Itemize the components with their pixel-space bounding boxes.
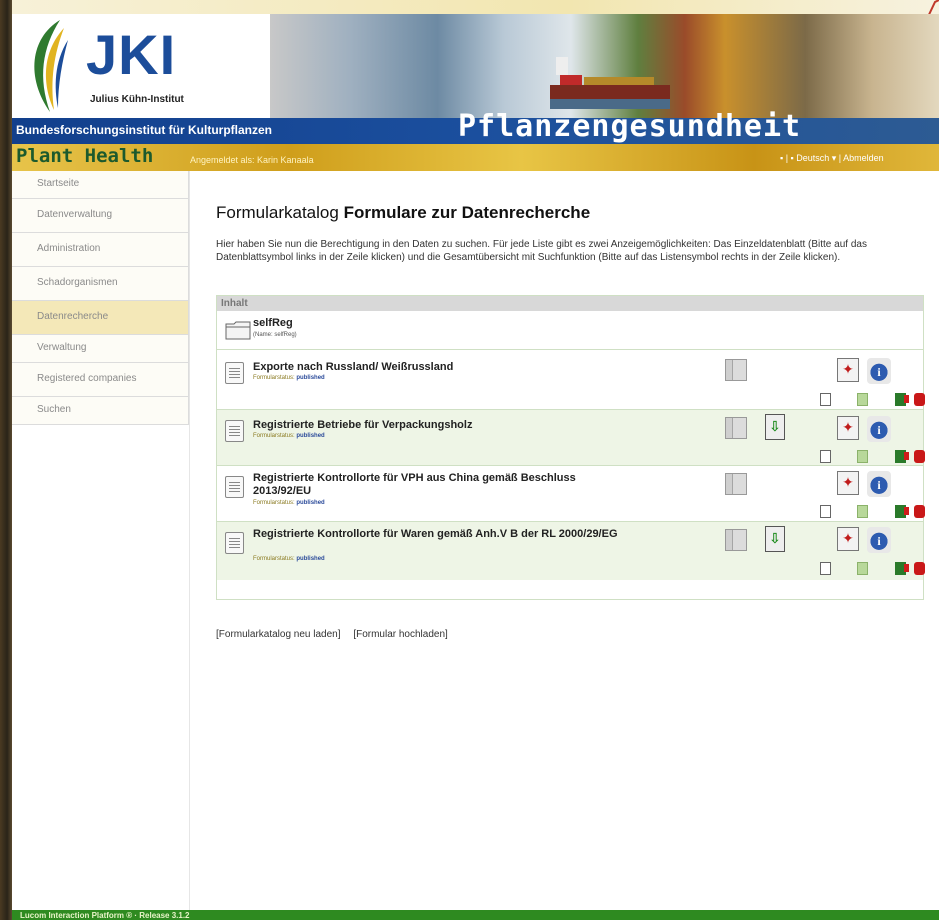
form-status-label: Formularstatus: [253, 375, 295, 381]
pdf-icon[interactable]: ✦ [837, 471, 859, 495]
form-status-label: Formularstatus: [253, 500, 295, 506]
copy-icon[interactable] [857, 505, 868, 518]
pdf-icon[interactable]: ✦ [837, 416, 859, 440]
form-catalog-panel: Inhalt selfReg (Name: selfReg) Exporte n… [216, 295, 925, 600]
page-title-main: Formulare zur Datenrecherche [343, 203, 591, 222]
info-icon[interactable]: i [867, 527, 891, 553]
form-datasheet-icon[interactable] [225, 476, 244, 498]
form-row: Registrierte Kontrollorte für Waren gemä… [217, 522, 925, 580]
ship-image-icon [550, 57, 670, 109]
form-datasheet-icon[interactable] [225, 532, 244, 554]
window-left-edge [0, 0, 12, 920]
form-status-value: published [296, 556, 325, 562]
download-icon[interactable]: ⇩ [765, 526, 785, 552]
form-status: Formularstatus: published [253, 500, 325, 506]
main-content: Formularkatalog Formulare zur Datenreche… [190, 171, 939, 910]
logged-in-user: Angemeldet als: Karin Kanaala [190, 155, 314, 165]
jki-logo-text: JKI [86, 23, 177, 86]
folder-meta: (Name: selfReg) [253, 332, 297, 338]
form-row: Registrierte Betriebe für Verpackungshol… [217, 410, 925, 466]
site-name: Plant Health [16, 145, 154, 167]
sidebar-item-datenrecherche[interactable]: Datenrecherche [12, 301, 189, 335]
page-title: Formularkatalog Formulare zur Datenreche… [216, 203, 590, 223]
form-datasheet-icon[interactable] [225, 420, 244, 442]
list-view-icon[interactable] [725, 529, 747, 551]
section-title: Pflanzengesundheit [458, 109, 802, 144]
institute-name: Bundesforschungsinstitut für Kulturpflan… [16, 123, 272, 137]
catalog-links: [Formularkatalog neu laden] [Formular ho… [216, 629, 458, 640]
form-title[interactable]: Registrierte Kontrollorte für VPH aus Ch… [253, 472, 633, 498]
page-icon[interactable] [820, 505, 831, 518]
form-datasheet-icon[interactable] [225, 362, 244, 384]
form-status-label: Formularstatus: [253, 556, 295, 562]
language-select[interactable]: Deutsch [796, 153, 829, 163]
jki-logo-subtitle: Julius Kühn-Institut [90, 94, 184, 105]
export-icon[interactable] [895, 505, 909, 518]
separator: ▾ | [829, 153, 844, 163]
sidebar-item-startseite[interactable]: Startseite [12, 171, 189, 199]
list-view-icon[interactable] [725, 473, 747, 495]
copy-icon[interactable] [857, 393, 868, 406]
page: JKI Julius Kühn-Institut Bundesforschung… [0, 0, 939, 920]
copy-icon[interactable] [857, 450, 868, 463]
sidebar-item-datenverwaltung[interactable]: Datenverwaltung [12, 199, 189, 233]
pdf-icon[interactable]: ✦ [837, 527, 859, 551]
export-icon[interactable] [895, 393, 909, 406]
logo-area[interactable]: JKI Julius Kühn-Institut [12, 14, 270, 118]
page-icon[interactable] [820, 562, 831, 575]
form-status: Formularstatus: published [253, 556, 325, 562]
list-view-icon[interactable] [725, 417, 747, 439]
sidebar-item-schadorganismen[interactable]: Schadorganismen [12, 267, 189, 301]
delete-icon[interactable] [914, 450, 925, 463]
intro-text: Hier haben Sie nun die Berechtigung in d… [216, 239, 867, 263]
export-icon[interactable] [895, 562, 909, 575]
upload-form-link[interactable]: [Formular hochladen] [353, 629, 448, 640]
form-status: Formularstatus: published [253, 375, 325, 381]
header-actions: ▪ | ▪ Deutsch ▾ | Abmelden [780, 153, 884, 164]
logout-link[interactable]: Abmelden [843, 153, 884, 163]
page-icon[interactable] [820, 393, 831, 406]
sidebar-item-administration[interactable]: Administration [12, 233, 189, 267]
delete-icon[interactable] [914, 562, 925, 575]
info-icon[interactable]: i [867, 416, 891, 442]
form-row: Exporte nach Russland/ Weißrussland Form… [217, 352, 925, 410]
folder-row[interactable]: selfReg (Name: selfReg) [217, 312, 923, 350]
form-title[interactable]: Registrierte Kontrollorte für Waren gemä… [253, 528, 633, 541]
form-status-value: published [296, 433, 325, 439]
copy-icon[interactable] [857, 562, 868, 575]
sidebar-item-registered-companies[interactable]: Registered companies [12, 363, 189, 397]
flag-icon: ▪ | ▪ [780, 153, 797, 163]
download-icon[interactable]: ⇩ [765, 414, 785, 440]
sidebar-item-suchen[interactable]: Suchen [12, 397, 189, 425]
page-icon[interactable] [820, 450, 831, 463]
form-status: Formularstatus: published [253, 433, 325, 439]
site-header: JKI Julius Kühn-Institut Bundesforschung… [12, 14, 939, 171]
info-icon[interactable]: i [867, 358, 891, 384]
delete-icon[interactable] [914, 393, 925, 406]
list-view-icon[interactable] [725, 359, 747, 381]
reload-catalog-link[interactable]: [Formularkatalog neu laden] [216, 629, 341, 640]
footer: Lucom Interaction Platform ® · Release 3… [12, 910, 939, 920]
form-title[interactable]: Exporte nach Russland/ Weißrussland [253, 361, 453, 374]
delete-icon[interactable] [914, 505, 925, 518]
folder-name[interactable]: selfReg [253, 317, 293, 329]
header-photo-collage [270, 14, 939, 118]
pdf-icon[interactable]: ✦ [837, 358, 859, 382]
form-status-label: Formularstatus: [253, 433, 295, 439]
form-status-value: published [296, 375, 325, 381]
folder-icon [225, 321, 251, 340]
jki-leaf-logo-icon [34, 20, 68, 112]
form-status-value: published [296, 500, 325, 506]
top-strip [12, 0, 939, 14]
export-icon[interactable] [895, 450, 909, 463]
panel-header: Inhalt [217, 296, 923, 311]
info-icon[interactable]: i [867, 471, 891, 497]
form-title[interactable]: Registrierte Betriebe für Verpackungshol… [253, 419, 472, 432]
page-title-prefix: Formularkatalog [216, 203, 339, 222]
form-row: Registrierte Kontrollorte für VPH aus Ch… [217, 466, 925, 522]
sidebar-nav: Startseite Datenverwaltung Administratio… [12, 171, 190, 910]
sidebar-item-verwaltung[interactable]: Verwaltung [12, 335, 189, 363]
